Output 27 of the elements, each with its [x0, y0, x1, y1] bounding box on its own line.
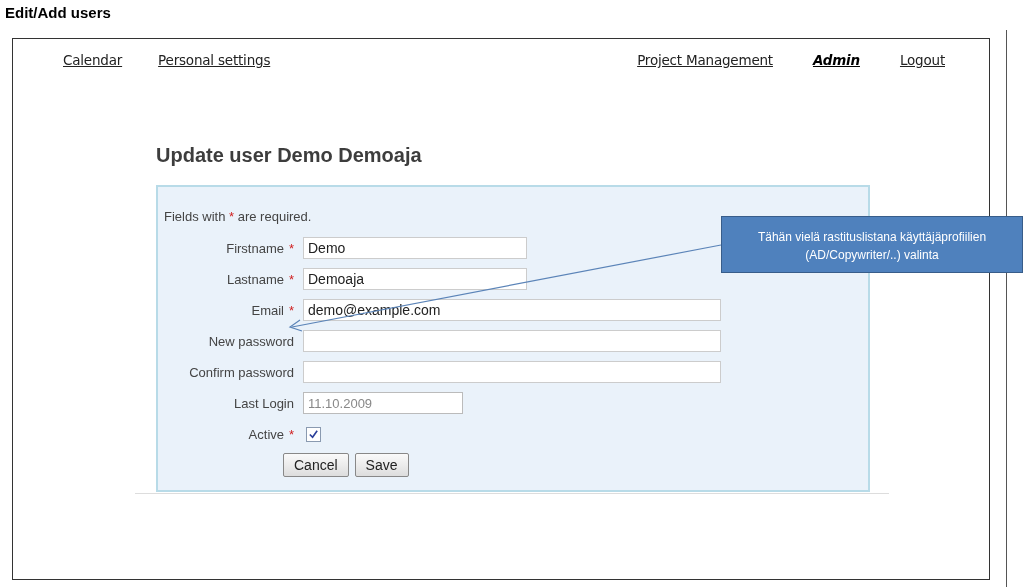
form-button[interactable]: Cancel	[283, 453, 349, 477]
field-label: New password	[208, 333, 294, 349]
required-note: Fields with * are required.	[164, 209, 313, 224]
page-title: Edit/Add users	[4, 3, 112, 23]
field-label: Confirm password	[189, 364, 294, 380]
nav-link[interactable]: Calendar	[63, 52, 123, 68]
field-label: Last Login	[234, 395, 294, 411]
checkbox[interactable]	[306, 426, 321, 442]
input-field[interactable]: Demoaja	[303, 268, 527, 290]
required-mark: *	[288, 240, 294, 256]
required-mark: *	[288, 426, 294, 442]
form-button[interactable]: Save	[354, 453, 409, 477]
field-label: Active	[248, 426, 284, 442]
field-label: Firstname	[226, 240, 284, 256]
required-mark: *	[288, 302, 294, 318]
form-heading: Update user Demo Demoaja	[156, 144, 423, 167]
nav-link[interactable]: Project Management	[637, 52, 773, 68]
required-mark: *	[288, 271, 294, 287]
field-label: Email	[251, 302, 284, 318]
nav-link[interactable]: Admin	[812, 52, 860, 68]
input-field[interactable]	[303, 361, 721, 383]
callout-note: Tähän vielä rastituslistana käyttäjäprofiilien (AD/Copywriter/..) valinta	[721, 216, 1023, 273]
nav-link[interactable]: Logout	[899, 52, 945, 68]
input-field[interactable]	[303, 330, 721, 352]
nav-link[interactable]: Personal settings	[158, 52, 271, 68]
field-label: Lastname	[226, 271, 284, 287]
input-field[interactable]: Demo	[303, 237, 527, 259]
